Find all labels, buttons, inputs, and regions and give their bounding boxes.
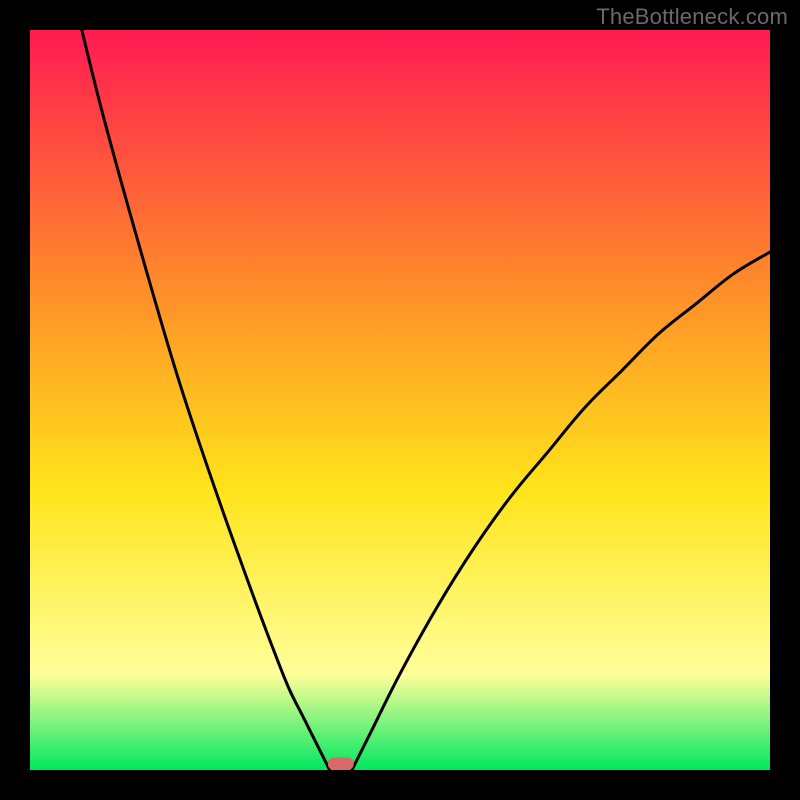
bottleneck-chart [30,30,770,770]
watermark-text: TheBottleneck.com [596,4,788,30]
gradient-background [30,30,770,770]
minimum-marker [328,757,354,770]
chart-frame: TheBottleneck.com [0,0,800,800]
